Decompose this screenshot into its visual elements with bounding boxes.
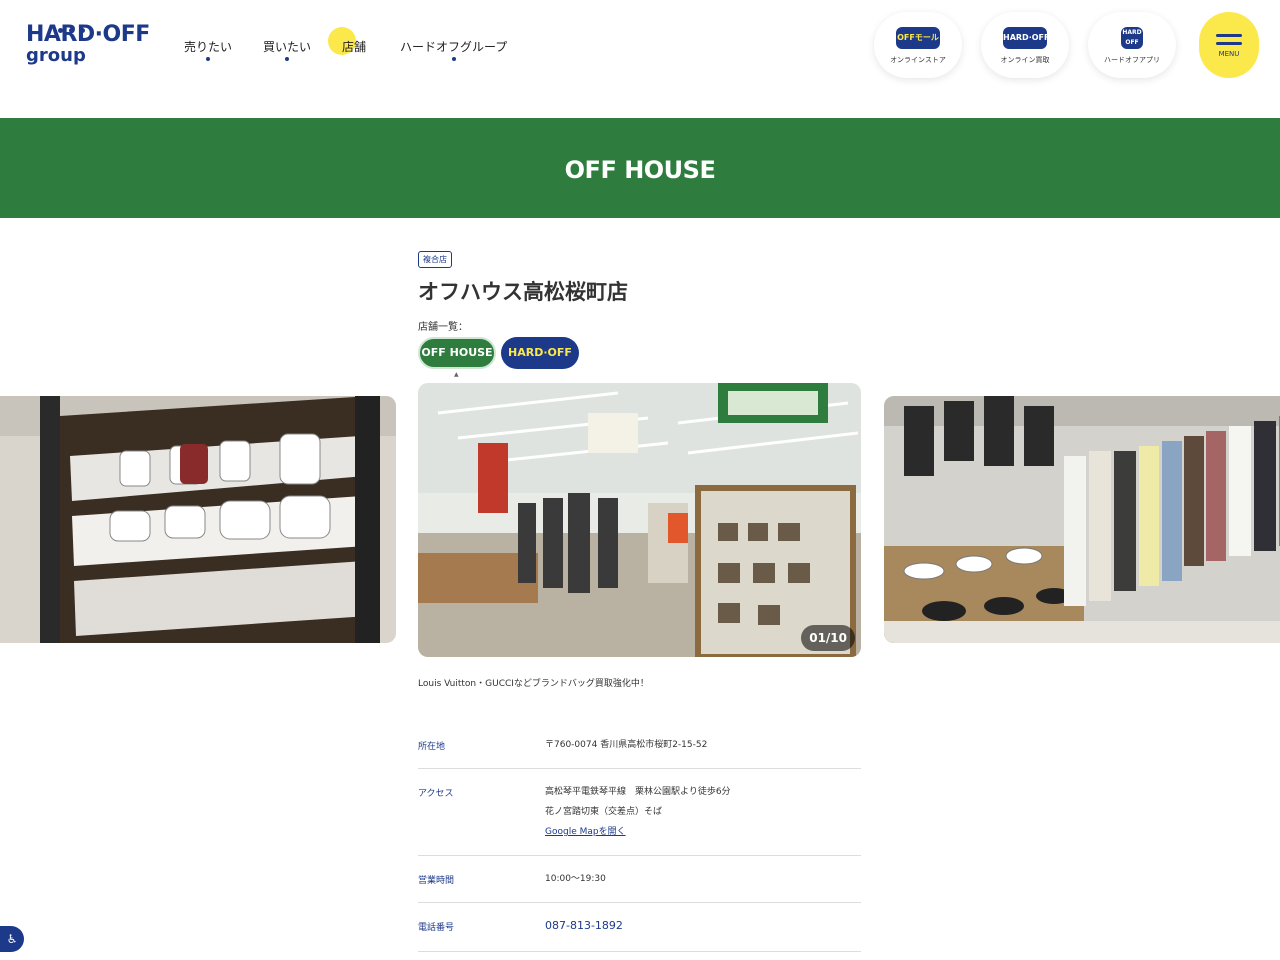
accessibility-icon[interactable]: ♿ [0,926,24,952]
nav-item-label: 売りたい [184,40,233,54]
gallery-prev-slide[interactable] [0,396,396,643]
store-type-badge: 複合店 [418,251,452,268]
nav-item-buy[interactable]: 買いたい [263,38,311,64]
site-header: HARD·OFF group 売りたい 買いたい 店舗 ハードオフグループ OF… [0,0,1280,118]
hours-label: 営業時間 [418,876,455,886]
info-row-address: 所在地 〒760-0074 香川県高松市桜町2-15-52 [418,722,861,769]
access-label: アクセス [418,789,454,799]
google-map-link[interactable]: Google Mapを開く [545,827,626,837]
access-line-1: 高松琴平電鉄琴平線 栗林公園駅より徒歩6分 [545,787,731,797]
hardoff-group-logo[interactable]: HARD·OFF group [26,18,150,70]
info-row-hours: 営業時間 10:00〜19:30 [418,856,861,903]
online-store-label: オンラインストア [890,56,946,64]
slide-counter: 01/10 [801,625,855,651]
gallery-current-slide[interactable]: 01/10 [418,383,861,657]
hardoff-delivery-icon: HARD·OFF [1003,27,1049,49]
nav-dot [285,57,289,61]
access-line-2: 花ノ宮踏切東（交差点）そば [545,807,663,817]
nav-item-label: 店舗 [342,40,367,54]
hardoff-app-icon: HARD OFF [1121,27,1143,49]
hardoff-store-tab[interactable]: HARD·OFF [501,337,579,369]
store-photo-appliances [0,396,396,643]
store-photo-clothing [884,396,1280,643]
nav-item-label: ハードオフグループ [400,40,508,54]
brand-banner: OFF HOUSE [0,118,1280,218]
offhouse-store-tab[interactable]: OFF HOUSE [418,337,496,369]
online-store-button[interactable]: OFFモール オンラインストア [874,12,962,78]
nav-dot [451,57,456,61]
phone-label: 電話番号 [418,923,455,933]
hamburger-icon [1216,34,1242,45]
menu-button[interactable]: MENU [1199,12,1259,78]
hours-value: 10:00〜19:30 [545,874,606,884]
address-label: 所在地 [418,742,446,752]
address-value: 〒760-0074 香川県高松市桜町2-15-52 [545,740,708,750]
online-buyback-label: オンライン買取 [1000,56,1050,64]
store-list-label: 店舗一覧： [418,322,468,333]
menu-label: MENU [1218,50,1240,58]
phone-link[interactable]: 087-813-1892 [545,916,623,936]
store-title: オフハウス高松桜町店 [418,280,628,304]
hardoff-app-label: ハードオフアプリ [1104,56,1160,64]
store-photo-interior [418,383,861,657]
store-info-table: 所在地 〒760-0074 香川県高松市桜町2-15-52 アクセス 高松琴平電… [418,722,861,952]
gallery-caption: Louis Vuitton・GUCCIなどブランドバッグ買取強化中！ [418,679,649,689]
online-buyback-button[interactable]: HARD·OFF オンライン買取 [981,12,1069,78]
access-value: 高松琴平電鉄琴平線 栗林公園駅より徒歩6分 花ノ宮踏切東（交差点）そば Goog… [545,782,731,842]
nav-item-group[interactable]: ハードオフグループ [400,38,507,64]
nav-item-sell[interactable]: 売りたい [184,38,232,64]
offhouse-logo: OFF HOUSE [564,156,716,184]
hardoff-app-button[interactable]: HARD OFF ハードオフアプリ [1088,12,1176,78]
nav-item-stores[interactable]: 店舗 [328,27,367,64]
info-row-access: アクセス 高松琴平電鉄琴平線 栗林公園駅より徒歩6分 花ノ宮踏切東（交差点）そば… [418,769,861,856]
info-row-phone: 電話番号 087-813-1892 [418,903,861,952]
logo-text-bottom: group [26,45,86,66]
gallery-next-slide[interactable] [884,396,1280,643]
off-mall-icon: OFFモール [896,27,940,49]
nav-item-label: 買いたい [263,40,312,54]
logo-dots [58,18,91,37]
caret-up-icon: ▲ [454,371,459,378]
nav-dot [206,57,210,61]
